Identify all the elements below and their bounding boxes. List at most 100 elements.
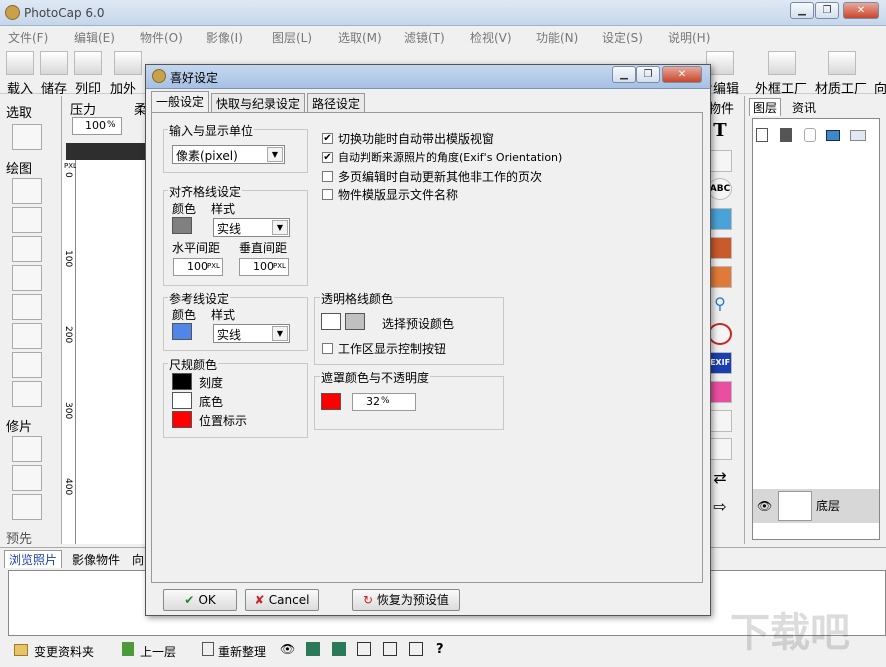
reset-defaults-button[interactable]: ↻ 恢复为预设值 — [352, 589, 460, 611]
menu-file[interactable]: 文件(F) — [8, 29, 48, 46]
menu-layer[interactable]: 图层(L) — [272, 29, 312, 46]
rotate-icon-2[interactable] — [383, 642, 397, 656]
menu-settings[interactable]: 设定(S) — [602, 29, 643, 46]
minimize-button[interactable]: ▁ — [790, 2, 814, 19]
preview-eye-icon[interactable]: 👁 — [280, 642, 295, 656]
sort-asc-icon[interactable] — [306, 642, 320, 656]
dialog-maximize-button[interactable]: ❐ — [636, 66, 660, 83]
ruler-bg-swatch[interactable] — [172, 392, 192, 409]
exif-icon[interactable]: EXIF — [708, 352, 732, 374]
speech-bubble-icon[interactable] — [708, 438, 732, 460]
grid-h-spacing-spinner[interactable]: 100 PXL — [173, 258, 223, 276]
close-button[interactable]: ✕ — [843, 2, 879, 19]
pencil-icon[interactable] — [12, 236, 42, 262]
brush-icon[interactable] — [12, 178, 42, 204]
rectangle-shape-icon[interactable] — [12, 381, 42, 407]
cancel-button[interactable]: ✘ Cancel — [245, 589, 319, 611]
layer-image-icon[interactable] — [826, 130, 840, 141]
guide-color-swatch[interactable] — [172, 323, 192, 340]
visibility-eye-icon[interactable]: 👁 — [757, 499, 772, 513]
clock-icon[interactable] — [708, 323, 732, 345]
auto-orientation-label[interactable]: 自动判断来源照片的角度(Exif's Orientation) — [338, 149, 562, 165]
new-layer-icon[interactable] — [756, 128, 768, 142]
up-level-icon[interactable] — [122, 642, 134, 656]
tab-general[interactable]: 一般设定 — [151, 91, 210, 112]
grid-color-swatch[interactable] — [172, 217, 192, 234]
menu-help[interactable]: 说明(H) — [668, 29, 710, 46]
rotate-icon-1[interactable] — [357, 642, 371, 656]
menu-filter[interactable]: 滤镜(T) — [404, 29, 445, 46]
multipage-update-checkbox[interactable] — [322, 171, 333, 182]
tab-info[interactable]: 资讯 — [789, 99, 819, 116]
magnifier-icon[interactable]: ⚲ — [708, 294, 732, 316]
ruler-scale-swatch[interactable] — [172, 373, 192, 390]
dialog-minimize-button[interactable]: ▁ — [612, 66, 636, 83]
redeye-icon[interactable] — [12, 436, 42, 462]
add-frame-icon[interactable] — [114, 51, 142, 75]
menu-select[interactable]: 选取(M) — [338, 29, 382, 46]
right-arrow-icon[interactable]: ⇨ — [708, 497, 732, 519]
auto-template-checkbox[interactable]: ✔ — [322, 133, 333, 144]
grid-v-spacing-spinner[interactable]: 100 PXL — [239, 258, 289, 276]
swap-arrows-icon[interactable]: ⇄ — [708, 468, 732, 490]
transparent-color-1[interactable] — [321, 313, 341, 330]
unit-select[interactable]: 像素(pixel) ▼ — [172, 145, 285, 164]
tab-image-objects[interactable]: 影像物件 — [68, 551, 124, 568]
abc-circle-icon[interactable]: ABC — [708, 178, 732, 200]
show-filename-checkbox[interactable] — [322, 189, 333, 200]
layer-properties-icon[interactable] — [850, 130, 866, 141]
menu-edit[interactable]: 编辑(E) — [74, 29, 115, 46]
cake-icon[interactable] — [708, 381, 732, 403]
tab-paths[interactable]: 路径设定 — [307, 93, 366, 112]
up-level-label[interactable]: 上一层 — [140, 643, 176, 660]
text-tool-icon[interactable]: T — [708, 120, 732, 142]
retouch-brush-icon[interactable] — [12, 465, 42, 491]
maximize-button[interactable]: ❐ — [815, 2, 839, 19]
tab-browse-photos[interactable]: 浏览照片 — [4, 550, 63, 568]
calendar-icon[interactable] — [708, 410, 732, 432]
gradient-icon[interactable] — [12, 323, 42, 349]
mask-opacity-spinner[interactable]: 32% — [352, 393, 416, 411]
refresh-icon[interactable] — [202, 642, 214, 656]
menu-view[interactable]: 检视(V) — [470, 29, 512, 46]
sunset-image-icon[interactable] — [708, 237, 732, 259]
select-preset-color-label[interactable]: 选择预设颜色 — [382, 315, 454, 332]
save-icon[interactable] — [40, 51, 68, 75]
landscape-image-icon[interactable] — [708, 208, 732, 230]
ok-button[interactable]: ✔ OK — [163, 589, 237, 611]
help-icon[interactable]: ? — [436, 642, 444, 657]
menu-function[interactable]: 功能(N) — [536, 29, 578, 46]
lock-icon[interactable] — [804, 128, 816, 142]
auto-orientation-checkbox[interactable]: ✔ — [322, 152, 333, 163]
pressure-spinner[interactable]: 100% — [72, 117, 122, 135]
fill-bucket-icon[interactable] — [12, 294, 42, 320]
rotate-icon-3[interactable] — [409, 642, 423, 656]
menu-image[interactable]: 影像(I) — [206, 29, 243, 46]
stamp-icon[interactable] — [12, 265, 42, 291]
clone-people-icon[interactable] — [12, 494, 42, 520]
frame-factory-icon[interactable] — [768, 51, 796, 75]
folder-icon[interactable] — [14, 644, 28, 656]
rect-select-icon[interactable] — [12, 124, 42, 150]
guide-style-select[interactable]: 实线 ▼ — [213, 324, 290, 343]
eyedropper-icon[interactable] — [12, 352, 42, 378]
refresh-label[interactable]: 重新整理 — [218, 643, 266, 660]
sort-desc-icon[interactable] — [332, 642, 346, 656]
canvas-area[interactable] — [76, 160, 146, 544]
ruler-marker-swatch[interactable] — [172, 411, 192, 428]
show-controls-label[interactable]: 工作区显示控制按钮 — [338, 340, 446, 357]
mask-color-swatch[interactable] — [321, 393, 341, 410]
menu-object[interactable]: 物件(O) — [140, 29, 183, 46]
auto-template-label[interactable]: 切换功能时自动带出模版视窗 — [338, 130, 494, 147]
print-icon[interactable] — [74, 51, 102, 75]
multi-image-icon[interactable] — [708, 266, 732, 288]
show-filename-label[interactable]: 物件模版显示文件名称 — [338, 186, 458, 203]
eraser-icon[interactable] — [12, 207, 42, 233]
show-controls-checkbox[interactable] — [322, 343, 333, 354]
grid-style-select[interactable]: 实线 ▼ — [213, 218, 290, 237]
delete-layer-icon[interactable] — [780, 128, 792, 142]
tab-cache[interactable]: 快取与纪录设定 — [211, 93, 306, 112]
multipage-update-label[interactable]: 多页编辑时自动更新其他非工作的页次 — [338, 168, 542, 185]
change-folder-label[interactable]: 变更资料夹 — [34, 643, 94, 660]
tab-layers[interactable]: 图层 — [749, 98, 782, 116]
